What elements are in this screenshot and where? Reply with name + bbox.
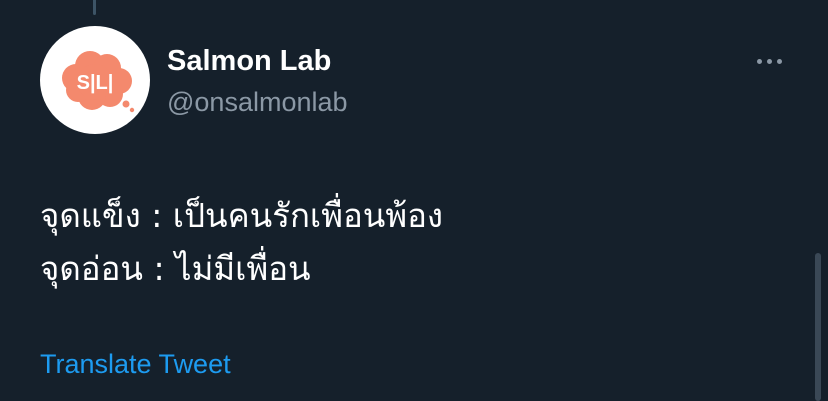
scrollbar-thumb[interactable]	[815, 253, 821, 401]
tweet-text: จุดแข็ง : เป็นคนรักเพื่อนพ้อง จุดอ่อน : …	[40, 189, 780, 295]
avatar[interactable]: S|L|	[40, 26, 150, 134]
more-horizontal-icon-dot	[766, 58, 772, 64]
tweet-text-line: จุดอ่อน : ไม่มีเพื่อน	[40, 249, 311, 288]
more-horizontal-icon	[756, 58, 762, 64]
avatar-logo-text: S|L|	[77, 72, 114, 94]
more-options-button[interactable]	[752, 48, 786, 74]
translate-tweet-link[interactable]: Translate Tweet	[40, 348, 231, 380]
author-handle[interactable]: @onsalmonlab	[167, 86, 348, 118]
tweet-view: S|L| Salmon Lab @onsalmonlab จุดแข็ง : เ…	[0, 0, 828, 401]
author-display-name[interactable]: Salmon Lab	[167, 44, 331, 78]
salmon-lab-logo: S|L|	[62, 51, 135, 113]
more-horizontal-icon-dot	[776, 58, 782, 64]
tweet-text-line: จุดแข็ง : เป็นคนรักเพื่อนพ้อง	[40, 196, 444, 235]
thread-connector-line	[93, 0, 96, 15]
